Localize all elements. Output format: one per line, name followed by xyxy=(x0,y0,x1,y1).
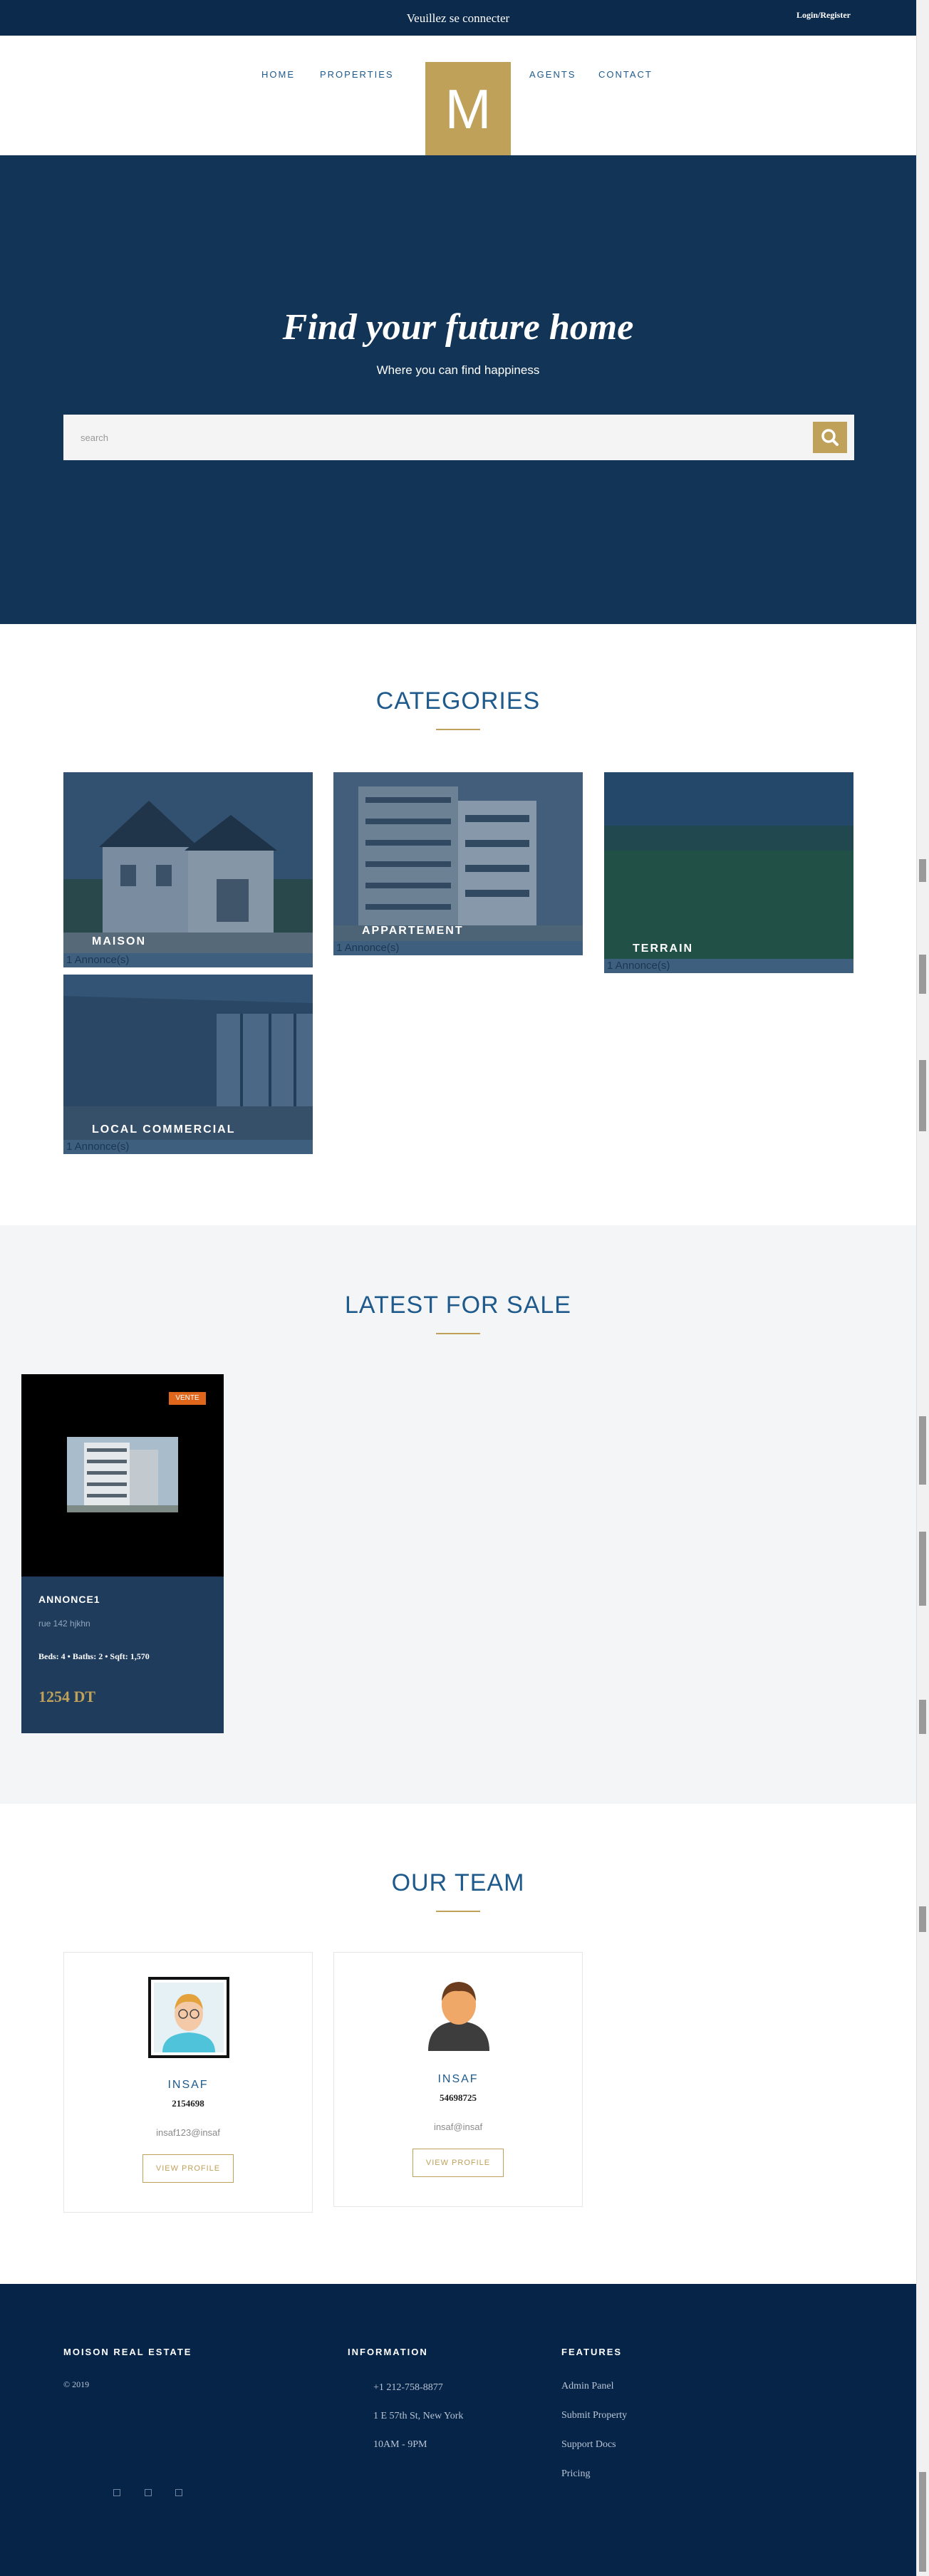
scroll-marker xyxy=(919,955,926,994)
category-count: 1 Annonce(s) xyxy=(63,1140,313,1154)
footer-link-pricing[interactable]: Pricing xyxy=(561,2468,590,2480)
scroll-marker xyxy=(919,2472,926,2572)
category-count: 1 Annonce(s) xyxy=(63,953,313,967)
nav-agents[interactable]: AGENTS xyxy=(529,69,576,80)
member-email: insaf123@insaf xyxy=(156,2127,220,2138)
property-address: rue 142 hjkhn xyxy=(38,1619,90,1629)
team-member-card: INSAF 2154698 insaf123@insaf VIEW PROFIL… xyxy=(63,1952,313,2213)
footer: MOISON REAL ESTATE © 2019 INFORMATION +1… xyxy=(0,2284,916,2576)
footer-phone: +1 212-758-8877 xyxy=(373,2382,443,2393)
category-count: 1 Annonce(s) xyxy=(333,941,583,955)
search-input[interactable] xyxy=(81,429,722,446)
member-email: insaf@insaf xyxy=(433,2121,483,2132)
scroll-marker xyxy=(919,1532,926,1606)
property-card[interactable]: VENTE ANNONCE1 rue 142 hjkhn Beds: 4 • B… xyxy=(21,1374,224,1733)
categories-title: CATEGORIES xyxy=(375,687,541,715)
scroll-marker xyxy=(919,859,926,882)
login-notice: Veuillez se connecter xyxy=(406,11,510,25)
top-bar: Veuillez se connecter Login/Register xyxy=(0,0,916,36)
footer-copyright: © 2019 xyxy=(63,2379,90,2389)
category-card-maison[interactable]: MAISON 1 Annonce(s) xyxy=(63,772,313,967)
category-card-terrain[interactable]: TERRAIN 1 Annonce(s) xyxy=(604,772,853,973)
navbar: HOME PROPERTIES M AGENTS CONTACT xyxy=(0,36,916,156)
page: Veuillez se connecter Login/Register HOM… xyxy=(0,0,916,2576)
property-price: 1254 DT xyxy=(38,1688,96,1705)
category-count: 1 Annonce(s) xyxy=(604,959,853,973)
category-name: TERRAIN xyxy=(633,942,694,955)
search-icon xyxy=(821,429,839,446)
team-title: OUR TEAM xyxy=(391,1869,525,1896)
social-icon[interactable] xyxy=(113,2489,120,2496)
footer-brand: MOISON REAL ESTATE xyxy=(63,2347,192,2357)
view-profile-button[interactable]: VIEW PROFILE xyxy=(142,2154,234,2183)
footer-features-head: FEATURES xyxy=(561,2347,623,2357)
site-logo[interactable]: M xyxy=(425,62,511,156)
hero-title: Find your future home xyxy=(282,307,634,348)
member-avatar xyxy=(428,1982,489,2051)
category-card-local-commercial[interactable]: LOCAL COMMERCIAL 1 Annonce(s) xyxy=(63,975,313,1154)
latest-underline xyxy=(436,1333,480,1334)
sale-badge: VENTE xyxy=(169,1392,206,1405)
latest-title: LATEST FOR SALE xyxy=(345,1292,571,1319)
property-name[interactable]: ANNONCE1 xyxy=(38,1594,100,1605)
view-profile-button[interactable]: VIEW PROFILE xyxy=(412,2149,504,2177)
footer-hours: 10AM - 9PM xyxy=(373,2439,427,2450)
search-bar xyxy=(63,415,854,460)
nav-properties[interactable]: PROPERTIES xyxy=(320,69,394,80)
team-member-card: INSAF 54698725 insaf@insaf VIEW PROFILE xyxy=(333,1952,583,2207)
nav-contact[interactable]: CONTACT xyxy=(598,69,653,80)
social-icon[interactable] xyxy=(145,2489,152,2496)
search-button[interactable] xyxy=(813,422,847,453)
scroll-marker xyxy=(919,1416,926,1485)
category-name: MAISON xyxy=(92,935,146,947)
member-phone: 2154698 xyxy=(172,2098,204,2109)
property-specs: Beds: 4 • Baths: 2 • Sqft: 1,570 xyxy=(38,1651,150,1661)
footer-information-head: INFORMATION xyxy=(348,2347,428,2357)
scroll-marker xyxy=(919,1700,926,1734)
category-name: LOCAL COMMERCIAL xyxy=(92,1123,236,1136)
hero-subtitle: Where you can find happiness xyxy=(376,363,540,377)
category-name: APPARTEMENT xyxy=(362,925,464,937)
team-underline xyxy=(436,1911,480,1912)
property-image-area: VENTE xyxy=(21,1374,224,1577)
member-name[interactable]: INSAF xyxy=(64,2079,312,2092)
categories-underline xyxy=(436,729,480,730)
category-card-appartement[interactable]: APPARTEMENT 1 Annonce(s) xyxy=(333,772,583,955)
member-name[interactable]: INSAF xyxy=(334,2073,582,2086)
nav-home[interactable]: HOME xyxy=(261,69,295,80)
footer-link-support-docs[interactable]: Support Docs xyxy=(561,2439,616,2451)
footer-address: 1 E 57th St, New York xyxy=(373,2411,464,2421)
login-register-link[interactable]: Login/Register xyxy=(796,10,851,21)
logo-letter: M xyxy=(445,78,492,140)
scroll-marker xyxy=(919,1060,926,1131)
member-phone: 54698725 xyxy=(440,2092,477,2103)
footer-link-submit-property[interactable]: Submit Property xyxy=(561,2410,627,2421)
vertical-scrollbar[interactable] xyxy=(916,0,929,2576)
social-icon[interactable] xyxy=(175,2489,182,2496)
hero: Find your future home Where you can find… xyxy=(0,155,916,624)
footer-link-admin-panel[interactable]: Admin Panel xyxy=(561,2381,614,2392)
scroll-marker xyxy=(919,1906,926,1932)
member-avatar xyxy=(148,1977,229,2058)
